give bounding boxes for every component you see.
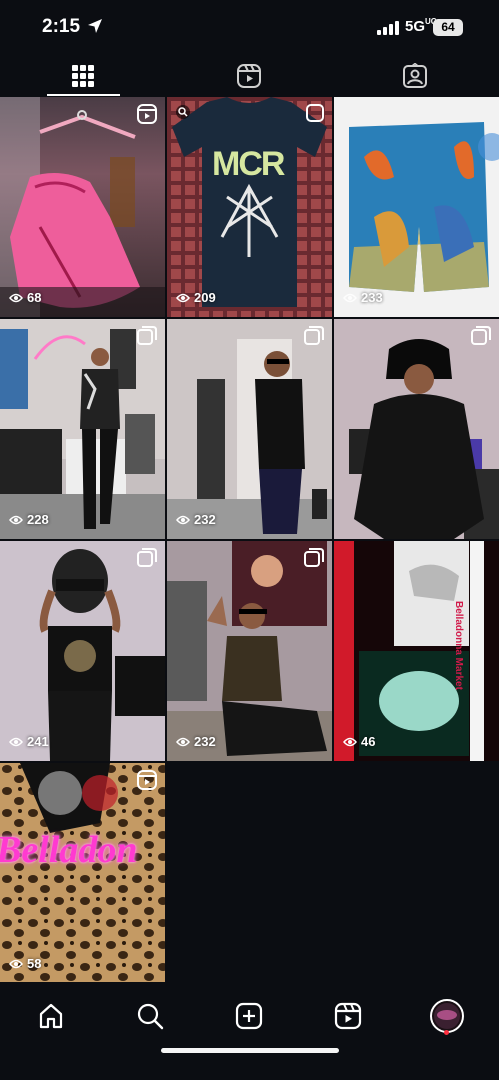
view-count: 233 <box>343 290 383 305</box>
zoom-icon <box>176 105 190 119</box>
grid-post[interactable] <box>334 319 499 539</box>
battery-indicator: 64 <box>433 19 463 36</box>
post-image <box>167 541 332 761</box>
eye-icon <box>176 737 190 746</box>
grid-post[interactable]: Belladonna Market 46 <box>334 541 499 761</box>
view-count: 228 <box>9 512 49 527</box>
notification-dot <box>444 1030 449 1035</box>
view-count: 241 <box>9 734 49 749</box>
tab-tagged[interactable] <box>332 56 498 96</box>
grid-post[interactable]: 232 <box>167 541 332 761</box>
nav-create[interactable] <box>229 996 269 1036</box>
grid-icon <box>72 65 94 87</box>
post-image <box>167 339 332 539</box>
grid-post[interactable]: 68 <box>0 97 165 317</box>
carousel-indicator-icon <box>304 326 324 345</box>
post-image <box>334 319 499 539</box>
post-image <box>0 97 165 317</box>
shirt-print-text: MCR <box>212 145 285 183</box>
tab-grid[interactable] <box>0 56 166 96</box>
reels-icon <box>237 64 261 88</box>
grid-post[interactable]: 233 <box>334 97 499 317</box>
signal-bars-icon <box>377 21 399 35</box>
nav-reels[interactable] <box>328 996 368 1036</box>
nav-home[interactable] <box>31 996 71 1036</box>
post-overlay-text: Belladonna Market <box>453 601 464 690</box>
carousel-indicator-icon <box>137 326 157 345</box>
reel-indicator-icon <box>137 104 157 124</box>
view-count: 68 <box>9 290 41 305</box>
post-image <box>0 541 165 761</box>
view-count: 232 <box>176 512 216 527</box>
tagged-person-icon <box>403 63 427 88</box>
reel-indicator-icon <box>137 770 157 790</box>
carousel-indicator-icon <box>304 548 324 567</box>
grid-post[interactable]: 232 <box>167 319 332 539</box>
view-count: 232 <box>176 734 216 749</box>
eye-icon <box>176 515 190 524</box>
eye-icon <box>343 293 357 302</box>
grid-post[interactable]: MCR 209 <box>167 97 332 317</box>
post-image <box>167 97 332 317</box>
eye-icon <box>176 293 190 302</box>
neon-sign-text: Belladon <box>0 829 138 871</box>
view-count: 209 <box>176 290 216 305</box>
bottom-nav <box>0 982 499 1080</box>
post-image <box>0 319 165 539</box>
nav-search[interactable] <box>130 996 170 1036</box>
home-indicator <box>161 1048 339 1053</box>
post-image <box>334 541 499 761</box>
photo-indicator-icon <box>306 104 324 122</box>
status-time: 2:15 <box>42 16 81 37</box>
post-image <box>0 763 165 983</box>
post-image <box>349 122 499 292</box>
network-indicator: 5GUC <box>405 17 437 36</box>
eye-icon <box>9 293 23 302</box>
carousel-indicator-icon <box>471 326 491 345</box>
search-icon <box>137 1003 164 1030</box>
eye-icon <box>343 737 357 746</box>
home-icon <box>39 1003 63 1029</box>
eye-icon <box>9 737 23 746</box>
profile-avatar-icon <box>430 999 464 1033</box>
tab-reels[interactable] <box>166 56 332 96</box>
profile-tabs <box>0 56 499 96</box>
grid-post[interactable]: 241 <box>0 541 165 761</box>
reels-icon <box>334 1002 362 1030</box>
status-bar: 2:15 5GUC 64 <box>0 0 499 56</box>
plus-square-icon <box>235 1002 263 1030</box>
eye-icon <box>9 515 23 524</box>
active-tab-indicator <box>47 94 120 96</box>
view-count: 46 <box>343 734 375 749</box>
eye-icon <box>9 959 23 968</box>
carousel-indicator-icon <box>137 548 157 567</box>
grid-post[interactable]: 228 <box>0 319 165 539</box>
view-count: 58 <box>9 956 41 971</box>
location-arrow-icon <box>88 19 102 33</box>
grid-post[interactable]: Belladon 58 <box>0 763 165 983</box>
